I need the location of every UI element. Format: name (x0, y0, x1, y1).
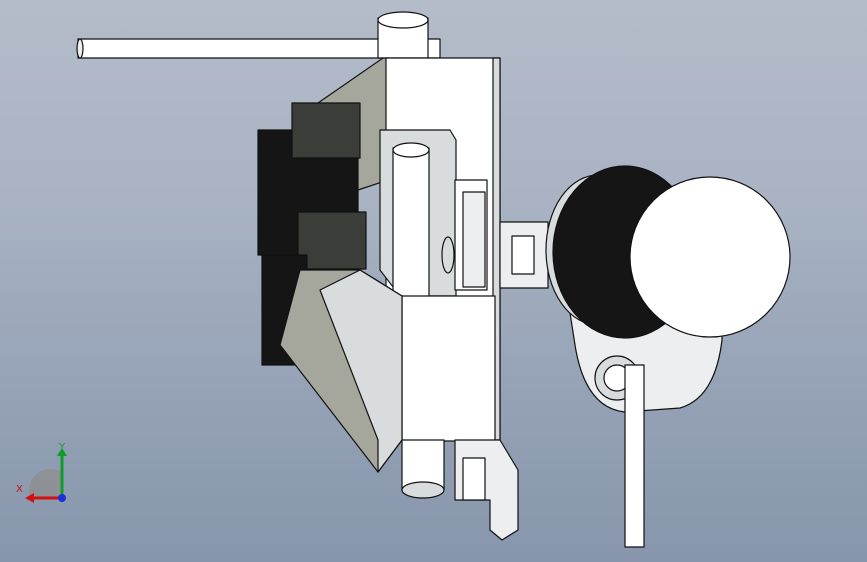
vise-clamp-model[interactable] (0, 0, 867, 562)
knob-cap[interactable] (629, 176, 791, 338)
screw-boss-top (377, 11, 429, 29)
bottom-bracket-tab (462, 457, 486, 501)
inner-hole (441, 236, 455, 274)
z-axis-dot (58, 494, 66, 502)
jaw-pad-middle[interactable] (297, 211, 367, 270)
connector-collar (511, 235, 535, 275)
inner-slot-face (462, 191, 486, 288)
guide-rod-top (392, 142, 430, 158)
guide-rod[interactable] (392, 147, 430, 299)
lower-block (399, 295, 496, 442)
x-axis-label: X (16, 484, 23, 495)
handle-bar-end (76, 38, 84, 59)
y-axis-label: Y (59, 442, 66, 453)
jaw-pad-upper[interactable] (291, 102, 361, 159)
vertical-pin[interactable] (624, 364, 645, 548)
cad-viewport[interactable]: X Y (0, 0, 867, 562)
bottom-rod-end (401, 481, 445, 499)
axis-triad-graphic (25, 448, 67, 503)
axis-triad: X Y (10, 440, 80, 510)
